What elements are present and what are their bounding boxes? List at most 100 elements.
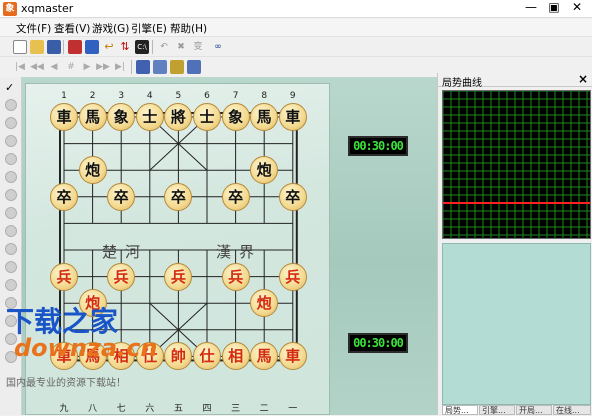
paste-icon[interactable] [153, 60, 167, 74]
menu-view[interactable]: 查看(V) [54, 21, 90, 36]
file-number: 二 [259, 404, 269, 414]
red-piece[interactable]: 兵 [221, 262, 250, 291]
file-number: 6 [204, 91, 210, 101]
binoculars-icon[interactable]: ∞ [211, 40, 225, 54]
tool-button[interactable] [5, 117, 17, 129]
black-piece[interactable]: 象 [107, 103, 136, 131]
file-number: 一 [288, 404, 298, 414]
tool-strip: ✓ [0, 77, 22, 415]
undo-move-icon[interactable]: ↩ [102, 40, 116, 54]
new-icon[interactable] [13, 40, 27, 54]
maximize-button[interactable]: ▣ [543, 0, 565, 16]
file-number: 4 [146, 91, 153, 101]
prev-fast-icon[interactable]: ◀◀ [30, 60, 44, 74]
tool-button[interactable] [5, 279, 17, 291]
menu-game[interactable]: 游戏(G) [92, 21, 129, 36]
black-piece[interactable]: 車 [50, 103, 78, 131]
file-number: 1 [61, 91, 67, 101]
black-piece[interactable]: 馬 [250, 103, 279, 131]
board-icon[interactable] [68, 40, 82, 54]
copy-board-icon[interactable] [170, 60, 184, 74]
black-piece[interactable]: 卒 [164, 182, 193, 211]
file-number: 八 [88, 404, 98, 414]
black-piece[interactable]: 卒 [107, 182, 136, 211]
situation-graph [442, 90, 591, 239]
file-number: 九 [59, 404, 69, 414]
panel-title: 局势曲线 [442, 78, 482, 89]
red-piece[interactable]: 兵 [107, 262, 136, 291]
graph-grid [443, 91, 590, 238]
black-piece[interactable]: 炮 [78, 156, 107, 185]
panel-tabs: 局势... 引擎... 开局... 在线... [442, 405, 592, 415]
tool-button[interactable] [5, 261, 17, 273]
tool-button[interactable] [5, 243, 17, 255]
xiangqi-board[interactable]: 123456789 九八七六五四三二一 楚河 漢界 車馬象士將士象馬車炮炮卒卒卒… [25, 83, 330, 415]
red-piece[interactable]: 車 [278, 342, 307, 371]
menu-engine[interactable]: 引擎(E) [131, 21, 167, 36]
menu-help[interactable]: 帮助(H) [170, 21, 207, 36]
file-number: 7 [232, 91, 239, 101]
tool-button[interactable] [5, 189, 17, 201]
prev-icon[interactable]: ◀ [47, 60, 61, 74]
transform-icon[interactable]: 变 [191, 40, 205, 54]
file-number: 3 [118, 91, 125, 101]
red-piece[interactable]: 兵 [50, 262, 78, 291]
toolbar-separator [131, 60, 132, 74]
window-title: xqmaster [21, 2, 74, 15]
last-icon[interactable]: ▶| [113, 60, 127, 74]
stop-icon[interactable]: ✖ [174, 40, 188, 54]
tab-opening[interactable]: 开局... [516, 405, 552, 415]
red-piece[interactable]: 相 [221, 342, 250, 371]
paste-board-icon[interactable] [187, 60, 201, 74]
engine-icon[interactable]: C:\ [135, 40, 149, 54]
black-piece[interactable]: 馬 [78, 103, 107, 131]
tool-button[interactable] [5, 171, 17, 183]
app-logo-icon: 象 [3, 2, 17, 16]
toolbar-separator [152, 40, 153, 54]
panel-header: 局势曲线 × [438, 72, 592, 89]
menu-file[interactable]: 文件(F) [16, 21, 51, 36]
black-piece[interactable]: 卒 [278, 182, 307, 211]
tab-online[interactable]: 在线... [553, 405, 591, 415]
red-piece[interactable]: 兵 [164, 262, 193, 291]
first-icon[interactable]: |◀ [13, 60, 27, 74]
checkmark-icon[interactable]: ✓ [5, 81, 14, 94]
black-piece[interactable]: 士 [135, 103, 164, 131]
file-number: 五 [173, 404, 183, 414]
next-fast-icon[interactable]: ▶▶ [96, 60, 110, 74]
panel-close-button[interactable]: × [578, 72, 588, 86]
river-label-left: 楚河 [102, 243, 149, 261]
file-number: 三 [231, 404, 241, 414]
hash-icon[interactable]: # [64, 60, 78, 74]
bottom-clock: 00:30:00 [348, 333, 408, 353]
minimize-button[interactable]: — [520, 0, 542, 16]
panel-content [442, 243, 591, 405]
watermark-domain: downza.cn [14, 334, 158, 362]
tool-button[interactable] [5, 153, 17, 165]
tool-button[interactable] [5, 225, 17, 237]
file-number: 2 [89, 91, 96, 101]
river-label-right: 漢界 [216, 243, 263, 261]
close-button[interactable]: ✕ [566, 0, 588, 16]
black-piece[interactable]: 士 [193, 103, 221, 131]
red-piece[interactable]: 兵 [278, 262, 307, 291]
save-icon[interactable] [47, 40, 61, 54]
undo-icon[interactable]: ↶ [157, 40, 171, 54]
black-piece[interactable]: 車 [278, 103, 307, 131]
file-number: 六 [145, 404, 155, 414]
file-number: 5 [175, 91, 182, 101]
board-setup-icon[interactable] [85, 40, 99, 54]
flip-icon[interactable]: ⇅ [118, 40, 132, 54]
tool-button[interactable] [5, 207, 17, 219]
next-icon[interactable]: ▶ [80, 60, 94, 74]
black-piece[interactable]: 卒 [221, 182, 250, 211]
open-icon[interactable] [30, 40, 44, 54]
black-piece[interactable]: 卒 [50, 182, 78, 211]
tool-button[interactable] [5, 135, 17, 147]
tab-situation[interactable]: 局势... [442, 405, 478, 415]
black-piece[interactable]: 象 [221, 103, 250, 131]
title-bar: 象 xqmaster — ▣ ✕ [0, 0, 592, 18]
copy-icon[interactable] [136, 60, 150, 74]
tool-button[interactable] [5, 99, 17, 111]
tab-engine[interactable]: 引擎... [479, 405, 515, 415]
